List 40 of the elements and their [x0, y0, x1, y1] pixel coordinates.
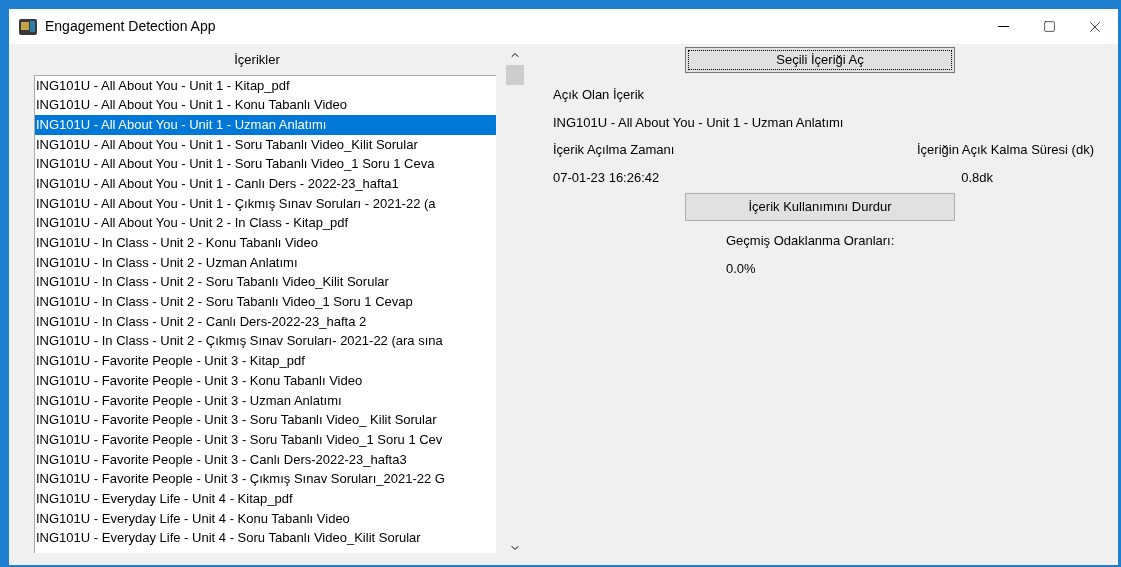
window-title: Engagement Detection App: [45, 17, 216, 36]
minimize-icon: [997, 26, 1009, 27]
list-item[interactable]: ING101U - Favorite People - Unit 3 - Soru Tabanlı Video_1 Soru 1 Cev: [35, 429, 496, 450]
open-content-label: Açık Olan İçerik: [553, 86, 646, 104]
list-item[interactable]: ING101U - Favorite People - Unit 3 - Uzman Anlatımı: [35, 390, 496, 411]
list-item[interactable]: ING101U - Favorite People - Unit 3 - Konu Tabanlı Video: [35, 370, 496, 391]
open-content-value: ING101U - All About You - Unit 1 - Uzman Anlatımı: [553, 113, 845, 132]
list-item[interactable]: ING101U - In Class - Unit 2 - Çıkmış Sınav Soruları- 2021-22 (ara sına: [35, 331, 496, 352]
list-item[interactable]: ING101U - All About You - Unit 1 - Konu Tabanlı Video: [35, 95, 496, 115]
list-item[interactable]: ING101U - Everyday Life - Unit 4 - Konu Tabanlı Video: [35, 508, 496, 529]
scroll-thumb[interactable]: [506, 65, 524, 85]
list-item[interactable]: ING101U - Everyday Life - Unit 4 - Kitap_pdf: [35, 488, 496, 509]
list-item[interactable]: ING101U - All About You - Unit 1 - Soru Tabanlı Video_1 Soru 1 Ceva: [35, 154, 496, 174]
list-item[interactable]: ING101U - In Class - Unit 2 - Konu Tabanlı Video: [35, 233, 496, 253]
list-item[interactable]: ING101U - In Class - Unit 2 - Soru Tabanlı Video_Kilit Sorular: [35, 272, 496, 293]
list-item[interactable]: ING101U - Favorite People - Unit 3 - Soru Tabanlı Video_ Kilit Sorular: [35, 410, 496, 430]
list-item[interactable]: ING101U - Favorite People - Unit 3 - Çıkmış Sınav Soruları_2021-22 G: [35, 469, 496, 489]
list-item[interactable]: ING101U - All About You - Unit 1 - Uzman Anlatımı: [35, 114, 496, 135]
list-item[interactable]: ING101U - Favorite People - Unit 3 - Kitap_pdf: [35, 351, 496, 371]
list-item[interactable]: ING101U - All About You - Unit 1 - Soru Tabanlı Video_Kilit Sorular: [35, 134, 496, 155]
duration-value: 0.8dk: [961, 168, 994, 187]
duration-label: İçeriğin Açık Kalma Süresi (dk): [917, 141, 1094, 159]
list-item[interactable]: ING101U - All About You - Unit 1 - Çıkmış Sınav Soruları - 2021-22 (a: [35, 193, 496, 214]
history-value: 0.0%: [726, 259, 757, 278]
list-item[interactable]: ING101U - All About You - Unit 2 - In Class - Kitap_pdf: [35, 213, 496, 233]
list-item[interactable]: ING101U - In Class - Unit 2 - Soru Tabanlı Video_1 Soru 1 Cevap: [35, 292, 496, 312]
list-item[interactable]: ING101U - All About You - Unit 1 - Canlı Ders - 2022-23_hafta1: [35, 173, 496, 194]
open-time-value: 07-01-23 16:26:42: [553, 168, 660, 187]
open-time-label: İçerik Açılma Zamanı: [553, 141, 675, 159]
list-item[interactable]: ING101U - Everyday Life - Unit 4 - Soru Tabanlı Video_Kilit Sorular: [35, 528, 496, 548]
list-item[interactable]: ING101U - In Class - Unit 2 - Uzman Anlatımı: [35, 252, 496, 273]
list-heading: İçerikler: [234, 51, 280, 69]
open-selected-button[interactable]: Seçili İçeriği Aç: [685, 47, 955, 73]
list-item[interactable]: ING101U - All About You - Unit 1 - Kitap_pdf: [35, 75, 496, 96]
stop-usage-button[interactable]: İçerik Kullanımını Durdur: [685, 193, 955, 221]
app-icon: [19, 18, 37, 35]
list-item[interactable]: ING101U - In Class - Unit 2 - Canlı Ders-2022-23_hafta 2: [35, 311, 496, 332]
history-label: Geçmiş Odaklanma Oranları:: [726, 232, 896, 250]
list-item[interactable]: ING101U - Favorite People - Unit 3 - Canlı Ders-2022-23_hafta3: [35, 449, 496, 470]
maximize-icon: [1042, 20, 1056, 33]
